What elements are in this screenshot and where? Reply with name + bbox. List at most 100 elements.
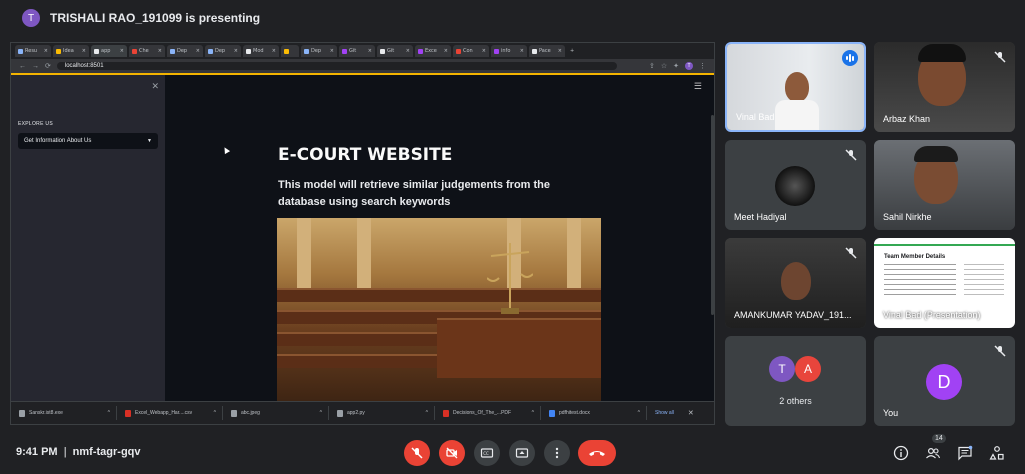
extensions-icon[interactable]: ✦: [673, 62, 679, 70]
activities-button[interactable]: [988, 444, 1006, 462]
more-options-button[interactable]: [544, 440, 570, 466]
new-tab-button[interactable]: +: [567, 45, 577, 57]
browser-tab[interactable]: Dep ×: [205, 45, 241, 57]
others-tile[interactable]: T A 2 others: [725, 336, 866, 426]
share-icon[interactable]: ⇪: [649, 62, 655, 70]
download-item[interactable]: Excel_Webapp_Har....csv ^: [117, 406, 223, 420]
browser-tab[interactable]: Dep ×: [301, 45, 337, 57]
show-all-downloads-link[interactable]: Show all: [655, 410, 674, 416]
participant-tile[interactable]: AMANKUMAR YADAV_191...: [725, 238, 866, 328]
browser-tab[interactable]: [281, 45, 299, 57]
close-icon[interactable]: ×: [444, 48, 448, 54]
activities-icon: [989, 446, 1004, 460]
file-icon: [231, 409, 237, 417]
mic-off-icon: [411, 447, 423, 459]
more-menu-icon[interactable]: ⋮: [699, 62, 706, 70]
browser-tab[interactable]: Che ×: [129, 45, 165, 57]
favicon-icon: [342, 48, 347, 54]
close-icon[interactable]: ×: [330, 48, 334, 54]
browser-tab[interactable]: Idea ×: [53, 45, 89, 57]
close-icon[interactable]: ×: [482, 48, 486, 54]
download-item[interactable]: app2.py ^: [329, 406, 435, 420]
mic-off-icon: [994, 51, 1006, 63]
close-icon[interactable]: ✕: [151, 81, 159, 92]
close-icon[interactable]: ×: [44, 48, 48, 54]
self-avatar: D: [926, 364, 962, 400]
presentation-tile[interactable]: Team Member Details Vinal Bad (Presentat…: [874, 238, 1015, 328]
back-icon[interactable]: ←: [19, 63, 26, 70]
close-icon[interactable]: ×: [158, 48, 162, 54]
participant-tile[interactable]: Vinal Bad: [725, 42, 866, 132]
browser-tab[interactable]: info ×: [491, 45, 527, 57]
browser-tab-strip: Resu × Idea × app × Che × Dep × Dep × Mod × Dep…: [11, 43, 714, 59]
file-icon: [549, 409, 555, 417]
close-icon[interactable]: ×: [558, 48, 562, 54]
close-icon[interactable]: ×: [368, 48, 372, 54]
meeting-details-button[interactable]: [892, 444, 910, 462]
favicon-icon: [418, 48, 423, 54]
close-icon[interactable]: ×: [406, 48, 410, 54]
download-item[interactable]: Decisions_Of_The_...PDF ^: [435, 406, 541, 420]
participant-name: AMANKUMAR YADAV_191...: [734, 310, 852, 320]
close-icon[interactable]: ✕: [688, 409, 694, 417]
reload-icon[interactable]: ⟳: [45, 62, 51, 70]
participant-tile[interactable]: Meet Hadiyal: [725, 140, 866, 230]
close-icon[interactable]: ×: [272, 48, 276, 54]
browser-tab[interactable]: Pace ×: [529, 45, 565, 57]
people-button[interactable]: [924, 444, 942, 462]
favicon-icon: [132, 48, 137, 54]
browser-tab[interactable]: Con ×: [453, 45, 489, 57]
people-icon: [926, 447, 941, 459]
favicon-icon: [456, 48, 461, 54]
page-select[interactable]: Get Information About Us ▼: [18, 133, 158, 149]
participant-name: Vinal Bad: [736, 112, 775, 122]
hamburger-menu-icon[interactable]: ☰: [694, 81, 702, 92]
favicon-icon: [284, 48, 289, 54]
present-button[interactable]: [509, 440, 535, 466]
browser-tab[interactable]: Exce ×: [415, 45, 451, 57]
download-item[interactable]: pdfhitest.docx ^: [541, 406, 647, 420]
participant-tile[interactable]: Arbaz Khan: [874, 42, 1015, 132]
shared-screen: Resu × Idea × app × Che × Dep × Dep × Mod × Dep…: [10, 42, 715, 425]
close-icon[interactable]: ×: [82, 48, 86, 54]
chat-button[interactable]: [956, 444, 974, 462]
meeting-code: nmf-tagr-gqv: [72, 446, 141, 458]
leave-call-button[interactable]: [578, 440, 616, 466]
download-item[interactable]: abc.jpeg ^: [223, 406, 329, 420]
end-call-icon: [589, 451, 605, 456]
presenter-avatar: T: [22, 9, 40, 27]
chevron-down-icon: ▼: [147, 138, 152, 144]
download-item[interactable]: Sanskr.ist8.exe ^: [11, 406, 117, 420]
speaking-indicator-icon: [842, 50, 858, 66]
participant-name: Meet Hadiyal: [734, 212, 787, 222]
file-icon: [19, 409, 25, 417]
self-tile[interactable]: D You: [874, 336, 1015, 426]
browser-tab[interactable]: Git ×: [377, 45, 413, 57]
captions-button[interactable]: CC: [474, 440, 500, 466]
scrollbar[interactable]: [711, 115, 714, 315]
forward-icon[interactable]: →: [32, 63, 39, 70]
browser-tab[interactable]: Mod ×: [243, 45, 279, 57]
mouse-cursor-icon: [221, 145, 231, 155]
participant-tile[interactable]: Sahil Nirkhe: [874, 140, 1015, 230]
browser-tab[interactable]: Dep ×: [167, 45, 203, 57]
profile-avatar[interactable]: T: [685, 62, 693, 70]
favicon-icon: [246, 48, 251, 54]
browser-tab-active[interactable]: app ×: [91, 45, 127, 57]
streamlit-app: ✕ EXPLORE US Get Information About Us ▼ …: [11, 75, 714, 403]
slide-title: Team Member Details: [884, 254, 946, 260]
favicon-icon: [532, 48, 537, 54]
camera-toggle-button[interactable]: [439, 440, 465, 466]
close-icon[interactable]: ×: [234, 48, 238, 54]
close-icon[interactable]: ×: [196, 48, 200, 54]
url-field[interactable]: localhost:8501: [56, 62, 617, 70]
browser-tab[interactable]: Git ×: [339, 45, 375, 57]
star-icon[interactable]: ☆: [661, 62, 667, 70]
favicon-icon: [208, 48, 213, 54]
browser-tab[interactable]: Resu ×: [15, 45, 51, 57]
courtroom-image: [277, 218, 601, 403]
participant-avatar: A: [795, 356, 821, 382]
close-icon[interactable]: ×: [520, 48, 524, 54]
microphone-toggle-button[interactable]: [404, 440, 430, 466]
close-icon[interactable]: ×: [120, 48, 124, 54]
